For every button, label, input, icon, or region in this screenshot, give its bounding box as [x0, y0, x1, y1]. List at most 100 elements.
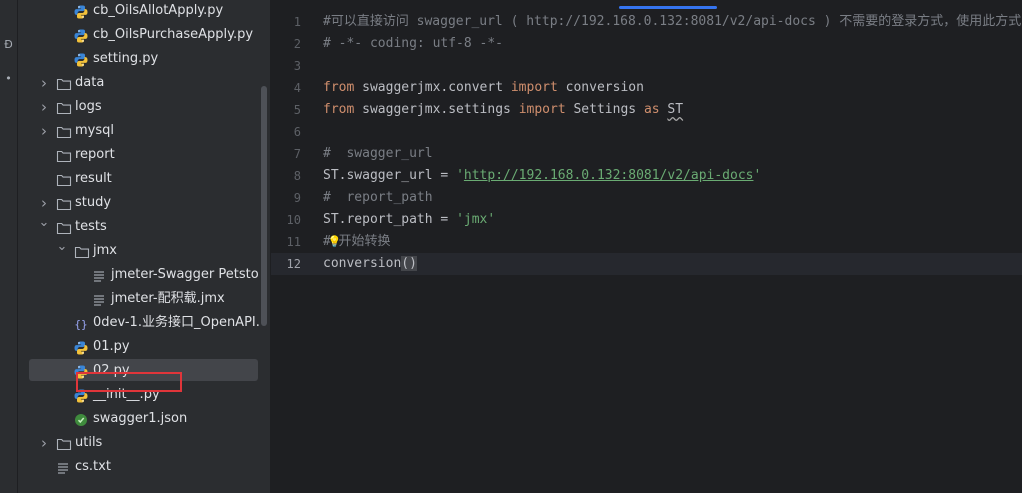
tree-item-label: 0dev-1.业务接口_OpenAPI.	[93, 315, 260, 330]
tree-item-label: tests	[75, 219, 107, 234]
tree-item[interactable]: ⌄ jmx	[18, 239, 270, 263]
json-file-icon: {}	[74, 316, 90, 331]
line-number: 4	[293, 81, 301, 95]
code-line-6[interactable]	[323, 121, 1022, 143]
line-number: 6	[293, 125, 301, 139]
python-file-icon	[74, 340, 90, 355]
tree-item[interactable]: › data	[18, 71, 270, 95]
text-file-icon	[92, 268, 108, 282]
comment-text: 开始转换	[338, 234, 391, 249]
tree-item[interactable]: setting.py	[18, 47, 270, 71]
text-file-icon	[92, 292, 108, 306]
folder-icon	[56, 100, 72, 115]
tree-item-label: cs.txt	[75, 459, 111, 474]
code-editor[interactable]: 1 2 3 4 5 6 7 8 9 10 11 12 #可以直接访问 swagger_url ( ht…	[271, 0, 1022, 493]
folder-icon	[56, 148, 72, 163]
string-quote: '	[456, 168, 464, 183]
tool-window-icon[interactable]: Ð	[0, 38, 17, 51]
comment-text: # -*- coding: utf-8 -*-	[323, 36, 504, 51]
tree-item[interactable]: › logs	[18, 95, 270, 119]
tree-item-label: report	[75, 147, 115, 162]
keyword-from: from	[323, 102, 355, 117]
code-line-5[interactable]: from swaggerjmx.settings import Settings…	[323, 99, 1022, 121]
alias-name: ST	[667, 102, 684, 117]
selection-highlight-box	[76, 372, 182, 392]
folder-icon	[56, 436, 72, 451]
chevron-right-icon[interactable]: ›	[38, 71, 50, 95]
chevron-right-icon[interactable]: ›	[38, 431, 50, 455]
keyword-as: as	[643, 102, 660, 117]
chevron-right-icon[interactable]: ›	[38, 95, 50, 119]
line-number-gutter: 1 2 3 4 5 6 7 8 9 10 11 12	[271, 11, 313, 275]
tree-item[interactable]: jmeter-Swagger Petsto	[18, 263, 270, 287]
tree-item-label: 01.py	[93, 339, 130, 354]
string-quote: '	[753, 168, 762, 183]
line-number: 7	[293, 147, 301, 161]
python-file-icon	[74, 52, 90, 67]
assignment-target: ST.swagger_url =	[323, 168, 457, 183]
line-number: 8	[293, 169, 301, 183]
tree-item[interactable]: {} 0dev-1.业务接口_OpenAPI.	[18, 311, 270, 335]
tool-window-dot-icon[interactable]: •	[0, 72, 17, 85]
code-line-2[interactable]: # -*- coding: utf-8 -*-	[323, 33, 1022, 55]
module-name: swaggerjmx.settings	[354, 102, 519, 117]
tree-item-label: utils	[75, 435, 103, 450]
code-line-3[interactable]	[323, 55, 1022, 77]
tree-item[interactable]: report	[18, 143, 270, 167]
keyword-import: import	[518, 102, 566, 117]
line-number: 9	[293, 191, 301, 205]
assignment-target: ST.report_path =	[323, 212, 457, 227]
code-line-7[interactable]: # swagger_url	[323, 143, 1022, 165]
keyword-from: from	[323, 80, 355, 95]
string-literal: 'jmx'	[456, 212, 496, 227]
url-link[interactable]: http://192.168.0.132:8081/v2/api-docs	[464, 168, 754, 183]
line-number: 10	[286, 213, 301, 227]
folder-icon	[56, 172, 72, 187]
python-file-icon	[74, 28, 90, 43]
line-number: 3	[293, 59, 301, 73]
tree-item[interactable]: cs.txt	[18, 455, 270, 479]
tree-item[interactable]: result	[18, 167, 270, 191]
tree-item-label: result	[75, 171, 112, 186]
comment-text: # swagger_url	[323, 146, 433, 161]
tree-item-label: study	[75, 195, 112, 210]
tree-item[interactable]: jmeter-配积载.jmx	[18, 287, 270, 311]
tree-item-label: mysql	[75, 123, 114, 138]
svg-text:{}: {}	[74, 318, 87, 331]
chevron-down-icon[interactable]: ⌄	[56, 235, 68, 259]
tree-item[interactable]: cb_OilsAllotApply.py	[18, 0, 270, 23]
comment-text: # report_path	[323, 190, 433, 205]
line-number: 11	[286, 235, 301, 249]
tree-item-label: jmeter-Swagger Petsto	[111, 267, 259, 282]
function-call: conversion	[323, 256, 402, 271]
tree-item-label: data	[75, 75, 105, 90]
chevron-down-icon[interactable]: ⌄	[38, 211, 50, 235]
tree-item[interactable]: › study	[18, 191, 270, 215]
code-line-12[interactable]: conversion()	[323, 253, 1022, 275]
chevron-right-icon[interactable]: ›	[38, 119, 50, 143]
code-line-11[interactable]: #💡开始转换	[323, 231, 1022, 253]
tree-item[interactable]: › utils	[18, 431, 270, 455]
active-tab-indicator	[619, 6, 717, 9]
code-content[interactable]: #可以直接访问 swagger_url ( http://192.168.0.1…	[323, 11, 1022, 275]
tree-item[interactable]: › mysql	[18, 119, 270, 143]
code-line-8[interactable]: ST.swagger_url = 'http://192.168.0.132:8…	[323, 165, 1022, 187]
code-line-1[interactable]: #可以直接访问 swagger_url ( http://192.168.0.1…	[323, 11, 1022, 33]
tree-item[interactable]: 01.py	[18, 335, 270, 359]
code-line-10[interactable]: ST.report_path = 'jmx'	[323, 209, 1022, 231]
module-name: swaggerjmx.convert	[354, 80, 511, 95]
code-line-4[interactable]: from swaggerjmx.convert import conversio…	[323, 77, 1022, 99]
line-number: 1	[293, 15, 301, 29]
project-scrollbar-thumb[interactable]	[261, 86, 267, 326]
tree-item-label: cb_OilsAllotApply.py	[93, 3, 224, 18]
tree-item[interactable]: cb_OilsPurchaseApply.py	[18, 23, 270, 47]
tree-item-label: cb_OilsPurchaseApply.py	[93, 27, 254, 42]
tree-item-label: logs	[75, 99, 102, 114]
line-number: 5	[293, 103, 301, 117]
code-line-9[interactable]: # report_path	[323, 187, 1022, 209]
imported-name: Settings	[565, 102, 644, 117]
line-number: 2	[293, 37, 301, 51]
folder-icon	[56, 76, 72, 91]
project-tree-panel: cb_OilsAllotApply.py cb_OilsPurchaseApply…	[18, 0, 270, 493]
tree-item[interactable]: swagger1.json	[18, 407, 270, 431]
